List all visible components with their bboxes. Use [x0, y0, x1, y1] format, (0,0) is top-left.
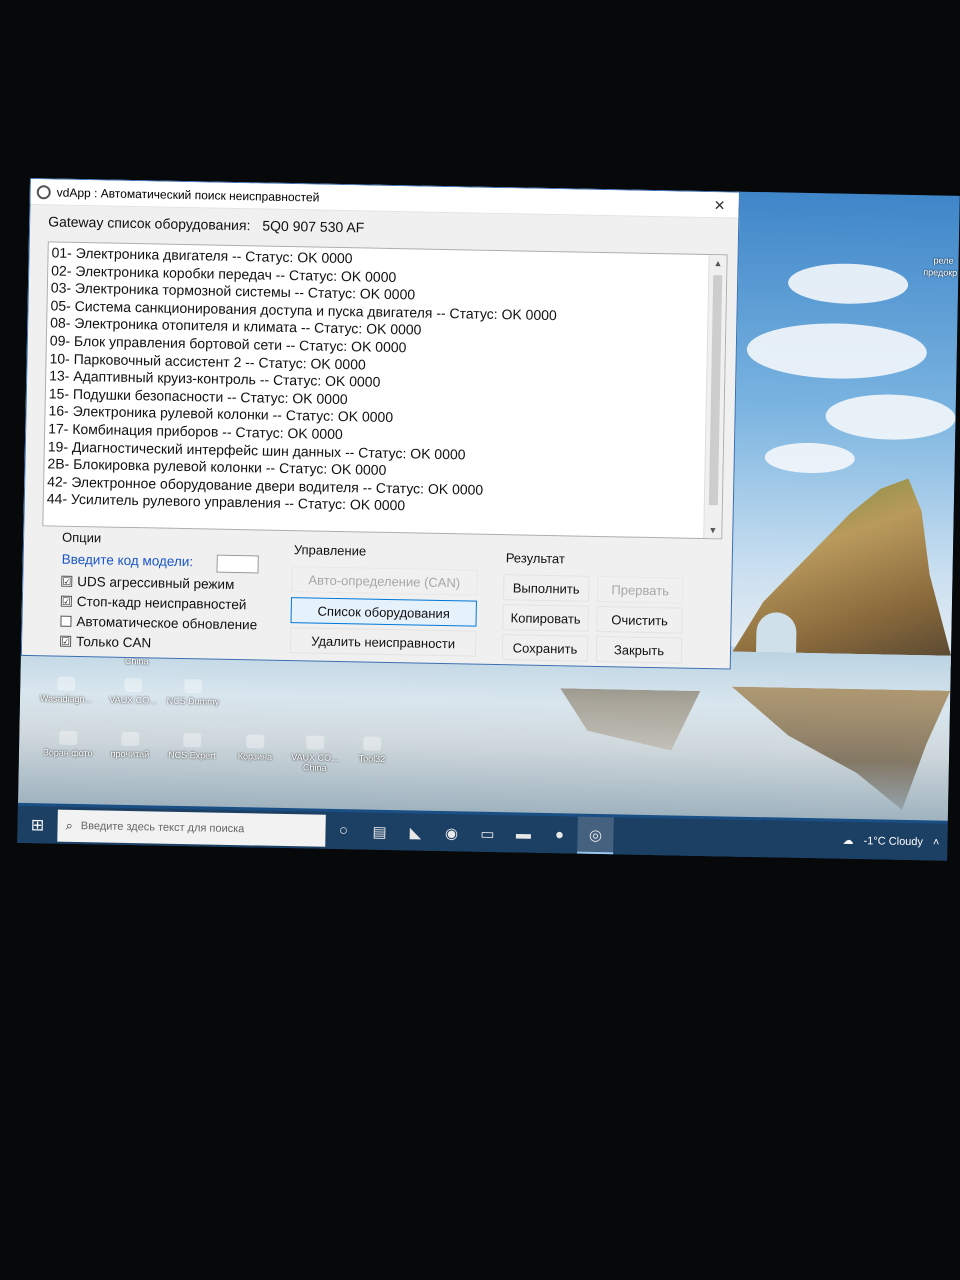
wallpaper-rock-arch: [756, 612, 797, 653]
windows-start-icon[interactable]: ⊞: [17, 806, 58, 844]
scroll-up-icon[interactable]: ▲: [709, 255, 726, 271]
desktop-icon[interactable]: прочитай: [99, 731, 162, 759]
window-titlebar[interactable]: vdApp : Автоматический поиск неисправнос…: [30, 179, 739, 219]
result-group-label: Результат: [503, 550, 568, 567]
app-icon[interactable]: ◣: [397, 813, 434, 851]
vdapp-window: vdApp : Автоматический поиск неисправнос…: [20, 178, 740, 670]
vdapp-icon: [36, 184, 51, 199]
system-tray: ☁ -1°C Cloudy ˄: [842, 822, 940, 861]
checkbox-mark[interactable]: [60, 615, 72, 627]
desktop-label-right: предокр: [923, 267, 958, 278]
desktop-icon-label: прочитай: [110, 748, 150, 760]
desktop-icon[interactable]: NCS Dummy: [162, 679, 225, 707]
taskbar-search-input[interactable]: ⌕ Введите здесь текст для поиска: [57, 809, 326, 847]
edge-browser-icon[interactable]: ◉: [433, 814, 470, 852]
save-button[interactable]: Сохранить: [501, 634, 589, 662]
desktop-icon-label: VAUX CO...: [109, 694, 157, 706]
monitor-icon[interactable]: ▭: [469, 815, 506, 853]
weather-icon[interactable]: ☁: [842, 834, 853, 847]
run-button[interactable]: Выполнить: [502, 574, 590, 602]
task-view-icon[interactable]: ▤: [361, 812, 398, 850]
vdapp-taskbar-icon[interactable]: ◎: [577, 816, 614, 855]
model-code-input[interactable]: [216, 554, 259, 574]
close-icon[interactable]: ✕: [700, 193, 738, 216]
desktop-icon[interactable]: NCS Expert: [161, 733, 224, 761]
options-group-label: Опции: [59, 529, 104, 546]
control-group-label: Управление: [291, 542, 369, 559]
scroll-down-icon[interactable]: ▼: [704, 522, 721, 538]
checkbox-uds-aggressive[interactable]: ☑ UDS агрессивный режим: [61, 574, 234, 592]
checkbox-mark[interactable]: ☑: [61, 575, 73, 588]
laptop-screen: реле предокр China Wasadiagn... VAUX CO.…: [17, 178, 960, 861]
abort-button[interactable]: Прервать: [596, 575, 684, 604]
desktop-icon-label: Зоран фото: [43, 747, 93, 759]
equipment-list-button[interactable]: Список оборудования: [290, 597, 477, 627]
desktop-icon-label: Wasadiagn...: [39, 693, 93, 705]
desktop-icon[interactable]: VAUX CO...: [102, 677, 165, 706]
module-list[interactable]: 01- Электроника двигателя -- Статус: OK …: [42, 241, 728, 540]
file-explorer-icon[interactable]: ▬: [505, 815, 542, 853]
desktop-icon[interactable]: Tool32: [341, 736, 404, 764]
clear-button[interactable]: Очистить: [596, 605, 683, 634]
cortana-icon[interactable]: ○: [325, 812, 362, 850]
checkbox-auto-update[interactable]: Автоматическое обновление: [60, 613, 258, 633]
checkbox-label: Автоматическое обновление: [76, 613, 258, 633]
checkbox-mark[interactable]: ☑: [60, 635, 72, 648]
delete-faults-button[interactable]: Удалить неисправности: [289, 627, 477, 657]
close-button[interactable]: Закрыть: [595, 635, 683, 664]
checkbox-label: Только CAN: [75, 633, 152, 651]
desktop-icon-label: Tool32: [358, 753, 386, 764]
checkbox-label: UDS агрессивный режим: [77, 573, 235, 592]
search-placeholder: Введите здесь текст для поиска: [80, 819, 245, 835]
desktop-icon[interactable]: VAUX CO... China: [284, 735, 347, 773]
scroll-thumb[interactable]: [708, 275, 723, 506]
desktop-icon-label: Корзина: [237, 751, 273, 762]
checkbox-mark[interactable]: ☑: [60, 595, 72, 608]
weather-text[interactable]: -1°C Cloudy: [863, 835, 923, 848]
gateway-label: Gateway список оборудования:: [48, 213, 251, 234]
search-icon: ⌕: [65, 817, 74, 833]
recycle-bin-icon[interactable]: Корзина: [224, 734, 287, 762]
desktop-icon-label: VAUX CO... China: [291, 752, 339, 773]
model-code-label: Введите код модели:: [61, 551, 194, 570]
desktop-icon-label: NCS Expert: [168, 749, 216, 761]
auto-detect-button[interactable]: Авто-определение (CAN): [291, 566, 478, 596]
gateway-header: Gateway список оборудования: 5Q0 907 530…: [48, 213, 372, 235]
checkbox-label: Стоп-кадр неисправностей: [76, 593, 247, 613]
desktop-label-right: реле: [933, 255, 954, 266]
checkbox-can-only[interactable]: ☑ Только CAN: [60, 633, 152, 651]
list-scrollbar[interactable]: ▲ ▼: [703, 255, 727, 539]
checkbox-freeze-frame[interactable]: ☑ Стоп-кадр неисправностей: [60, 593, 247, 613]
desktop-icon-label: NCS Dummy: [166, 695, 220, 707]
desktop-icon[interactable]: Wasadiagn...: [35, 676, 98, 704]
window-title: vdApp : Автоматический поиск неисправнос…: [56, 185, 320, 205]
copy-button[interactable]: Копировать: [502, 604, 589, 632]
chrome-icon[interactable]: ●: [541, 816, 578, 854]
chevron-up-icon[interactable]: ˄: [933, 836, 940, 848]
gateway-part-number: 5Q0 907 530 AF: [262, 217, 365, 236]
desktop-icon[interactable]: Зоран фото: [37, 730, 100, 758]
